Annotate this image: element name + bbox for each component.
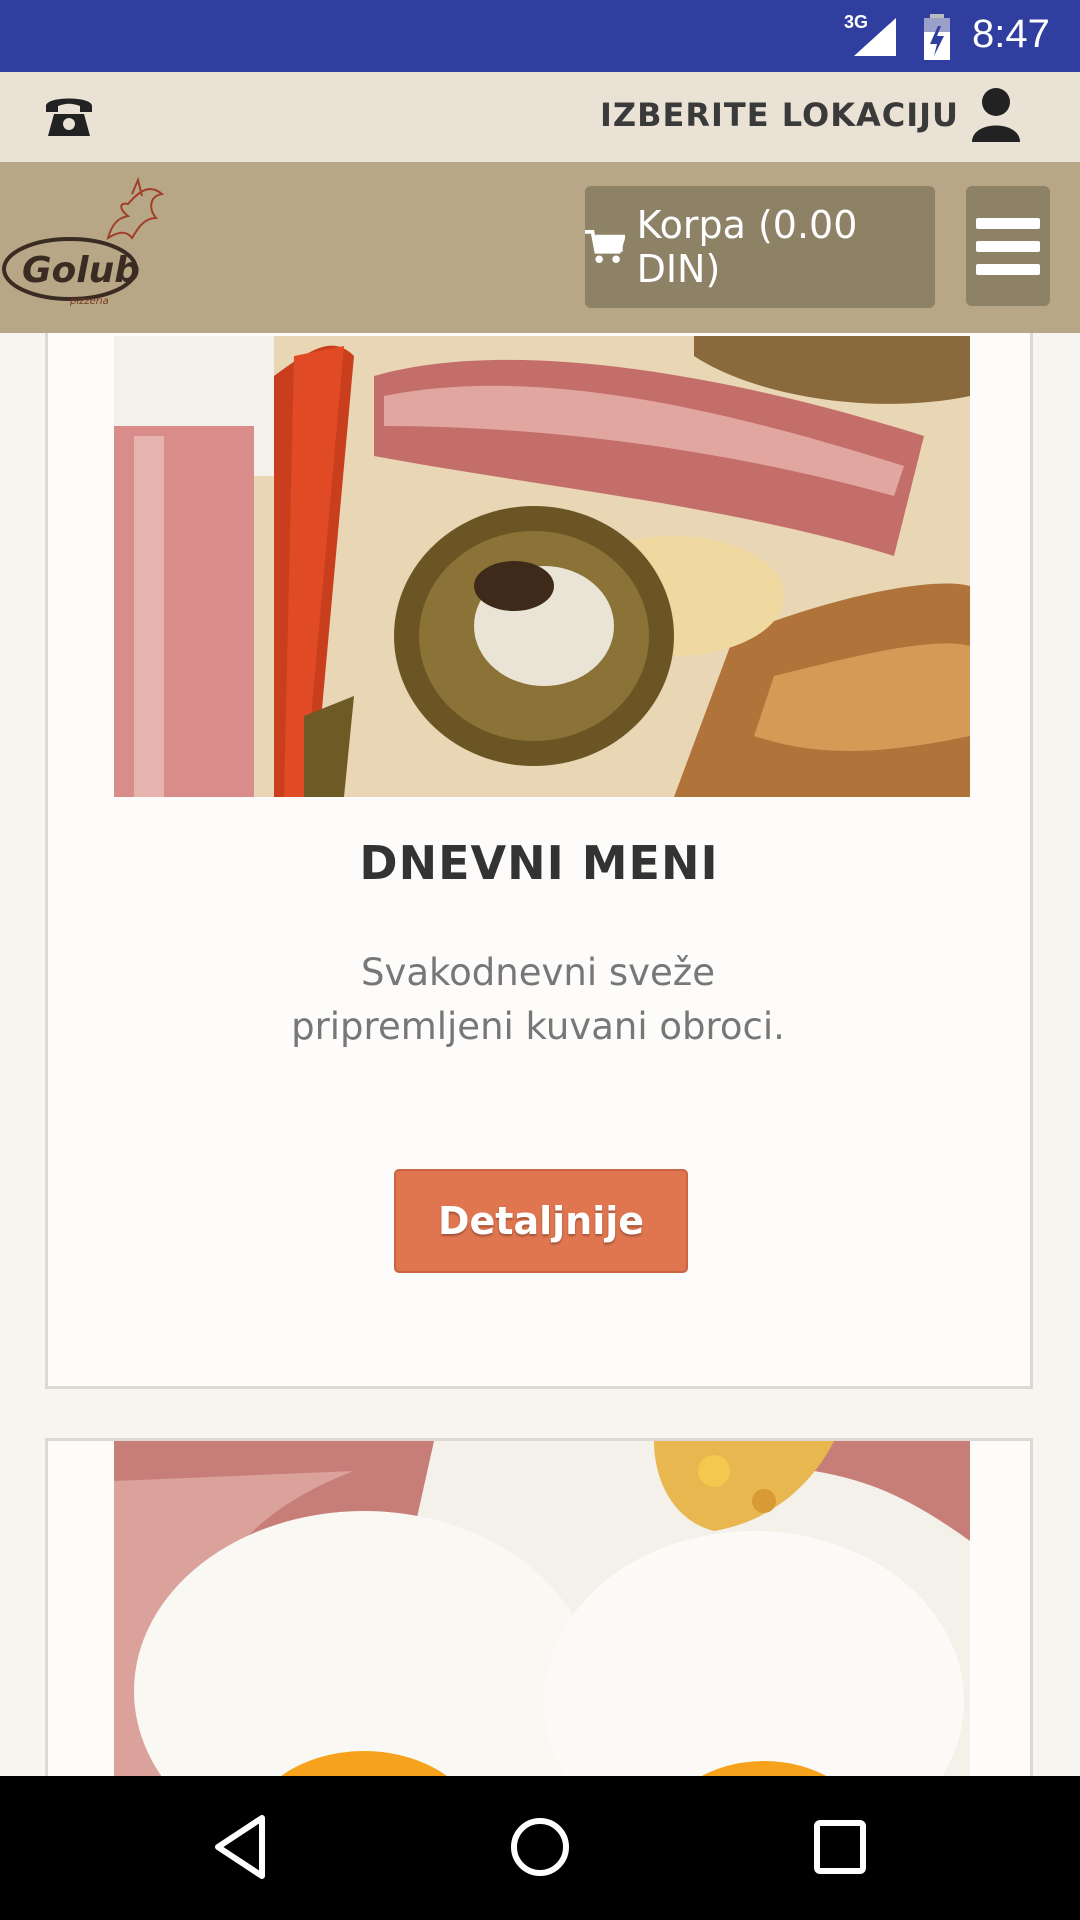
battery-icon — [924, 14, 950, 60]
card-title: DNEVNI MENI — [359, 836, 719, 890]
home-icon[interactable] — [510, 1812, 570, 1882]
navigation-bar — [0, 1776, 1080, 1920]
header: Golub pizzeria Korpa (0.00 DIN) — [0, 162, 1080, 333]
user-icon[interactable] — [970, 86, 1022, 142]
cart-label: Korpa (0.00 DIN) — [636, 203, 858, 291]
svg-text:Golub: Golub — [22, 250, 140, 291]
signal-icon — [854, 18, 896, 56]
back-icon[interactable] — [212, 1812, 268, 1882]
content-scroll[interactable]: DNEVNI MENI Svakodnevni sveže pripremlje… — [0, 333, 1080, 1776]
location-selector[interactable]: IZBERITE LOKACIJU — [600, 96, 959, 134]
status-bar: 3G 8:47 — [0, 0, 1080, 72]
svg-text:pizzeria: pizzeria — [69, 296, 109, 307]
details-button[interactable]: Detaljnije — [394, 1169, 688, 1273]
pizza-photo — [114, 336, 970, 797]
cart-button[interactable]: Korpa (0.00 DIN) — [585, 186, 935, 308]
menu-card: DNEVNI MENI Svakodnevni sveže pripremlje… — [45, 333, 1033, 1389]
phone-icon[interactable] — [42, 90, 96, 140]
cart-icon — [585, 230, 625, 264]
clock: 8:47 — [972, 12, 1050, 56]
menu-card — [45, 1438, 1033, 1776]
recents-icon[interactable] — [812, 1812, 868, 1882]
golub-logo[interactable]: Golub pizzeria — [0, 174, 180, 314]
hamburger-menu-button[interactable] — [966, 186, 1050, 306]
card-description: Svakodnevni sveže pripremljeni kuvani ob… — [291, 951, 785, 1048]
eggs-bacon-photo — [114, 1441, 970, 1776]
top-info-bar: IZBERITE LOKACIJU — [0, 72, 1080, 162]
